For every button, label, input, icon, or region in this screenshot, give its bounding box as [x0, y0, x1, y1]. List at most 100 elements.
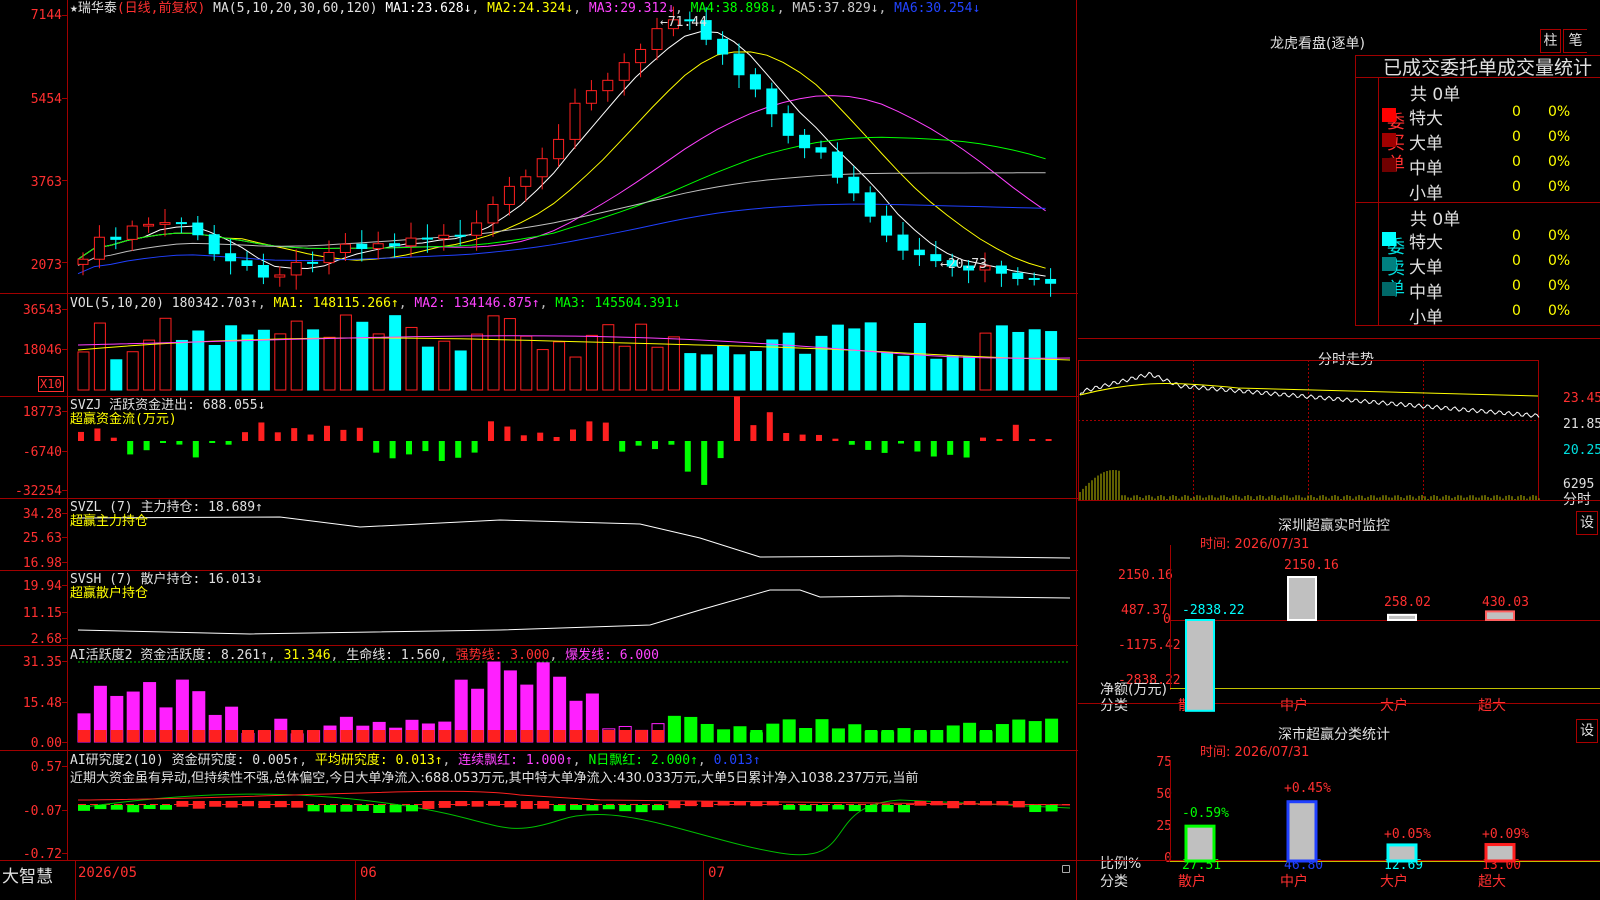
- volume-bar: [684, 353, 697, 391]
- volume-bar: [520, 335, 533, 391]
- candle-body: [913, 249, 925, 256]
- volume-bar: [208, 344, 221, 391]
- flow-bar: [1029, 439, 1036, 441]
- volume-bar: [700, 354, 713, 391]
- legend-swatch: [1382, 232, 1396, 246]
- lifeline-bar: [1029, 730, 1042, 742]
- candle-body: [307, 261, 319, 264]
- research-bar: [783, 805, 796, 810]
- flow-bar: [291, 428, 298, 441]
- flow-bar: [586, 421, 593, 441]
- ma6-value: 30.254↓: [925, 1, 981, 16]
- flow-bar: [160, 441, 166, 443]
- research-bar: [307, 805, 320, 812]
- research-bar: [520, 801, 533, 809]
- lifeline-bar: [635, 730, 648, 742]
- svzl-subtitle: 超赢主力持仓: [70, 514, 149, 529]
- chart-header: ★瑞华泰(日线,前复权) MA(5,10,20,30,60,120) MA1:2…: [70, 1, 981, 16]
- pen-view-button[interactable]: 笔: [1563, 29, 1587, 53]
- category-label: 大户: [1380, 874, 1408, 890]
- sz-axis-tick: 487.37: [1121, 603, 1168, 618]
- research-bar: [110, 805, 123, 810]
- flow-bar: [980, 437, 986, 441]
- candle-body: [339, 243, 351, 254]
- intraday-price: 20.25: [1563, 443, 1600, 458]
- row-name: 特大: [1409, 233, 1443, 253]
- air-title: AI研究度2(10) 资金研究度: 0.005↑: [70, 753, 300, 768]
- volume-bar: [159, 317, 172, 391]
- volume-bar: [1045, 331, 1058, 391]
- research-bar: [160, 805, 172, 810]
- dragon-title: 龙虎看盘(逐单): [1270, 36, 1365, 52]
- volume-bar: [1012, 331, 1025, 391]
- research-bar: [848, 805, 861, 812]
- price-axis-tick: 3763: [30, 175, 62, 190]
- volume-bar: [110, 359, 123, 391]
- intraday-price-line: [1079, 371, 1540, 418]
- volume-bar: [848, 328, 861, 391]
- lifeline-bar: [783, 730, 796, 742]
- lifeline-bar: [914, 730, 927, 742]
- research-bar: [930, 801, 943, 806]
- flow-bar: [1045, 439, 1052, 441]
- svsh-title: SVSH (7) 散户持仓: 16.013↓: [70, 572, 263, 587]
- research-bar: [455, 801, 468, 807]
- volume-bar: [421, 346, 434, 391]
- legend-swatch: [1382, 108, 1396, 122]
- lifeline-bar: [898, 730, 910, 742]
- period-tag[interactable]: (日线,前复权): [117, 1, 205, 16]
- lifeline-bar: [291, 730, 304, 742]
- research-bar: [717, 801, 730, 806]
- research-bar: [1012, 801, 1025, 808]
- stock-name[interactable]: ★瑞华泰: [70, 1, 117, 16]
- flow-bar: [898, 441, 904, 444]
- candle-body: [241, 260, 253, 266]
- sz-monitor-settings-button[interactable]: 设: [1576, 511, 1598, 535]
- category-value: 27.51: [1182, 858, 1222, 873]
- sz-monitor-time: 时间: 2026/07/31: [1200, 537, 1310, 552]
- vol-title: VOL(5,10,20): [70, 296, 164, 311]
- svzl-axis-tick: 34.28: [22, 507, 62, 522]
- research-bar: [176, 801, 189, 807]
- svzj-subtitle: 超赢资金流(万元): [70, 412, 177, 427]
- vol-scale-badge[interactable]: X10: [38, 376, 64, 392]
- research-bar: [242, 801, 254, 807]
- candle-body: [159, 222, 171, 225]
- ma5-label: MA5:: [792, 1, 824, 16]
- legend-swatch: [1382, 257, 1396, 271]
- research-bar: [734, 801, 746, 806]
- flow-bar: [996, 439, 1003, 441]
- row-percent: 0%: [1548, 179, 1571, 195]
- volume-bar: [585, 334, 598, 391]
- volume-bar: [356, 321, 369, 391]
- candle-body: [126, 225, 138, 240]
- candle-body: [208, 234, 220, 255]
- lock-icon[interactable]: [1062, 865, 1070, 873]
- ai2-strong-line: 强势线: 3.000: [455, 648, 550, 663]
- sz-axis-tick: 2150.16: [1118, 568, 1173, 583]
- svsh-axis-tick: 19.94: [22, 579, 62, 594]
- lifeline-bar: [947, 730, 960, 742]
- research-bar: [668, 801, 681, 809]
- lifeline-bar: [734, 730, 746, 742]
- volume-bar: [1028, 329, 1041, 391]
- row-name: 中单: [1409, 283, 1443, 303]
- flow-bar: [471, 441, 478, 453]
- research-bar: [127, 805, 140, 813]
- bar-view-button[interactable]: 柱: [1540, 29, 1561, 53]
- research-bar: [373, 805, 386, 813]
- flow-bar: [258, 422, 265, 441]
- research-bar: [914, 801, 927, 806]
- sz-class-settings-button[interactable]: 设: [1576, 719, 1598, 743]
- flow-bar: [520, 435, 527, 441]
- svzj-title: SVZJ 活跃资金进出: 688.055↓: [70, 398, 266, 413]
- lifeline-bar: [242, 730, 254, 742]
- legend-swatch: [1382, 133, 1396, 147]
- candle-body: [405, 237, 417, 247]
- candle-body: [438, 234, 450, 240]
- flow-bar: [422, 441, 429, 452]
- sz-axis-tick: -1175.42: [1118, 638, 1181, 653]
- flow-bar: [652, 441, 658, 450]
- candle-body: [290, 261, 302, 276]
- candle-body: [454, 234, 466, 237]
